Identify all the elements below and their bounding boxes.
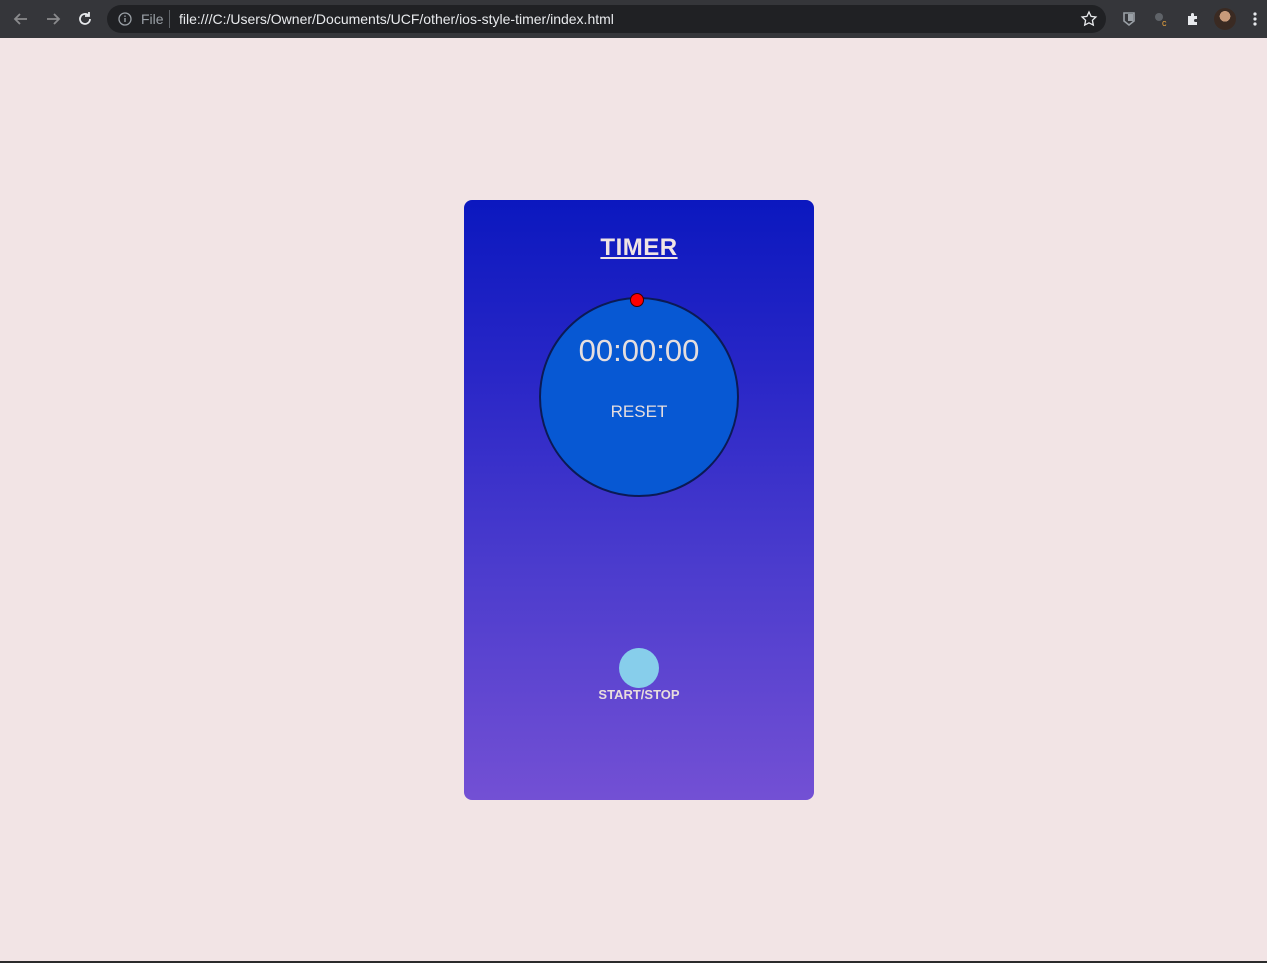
page-content: TIMER 00:00:00 RESET START/STOP	[0, 38, 1267, 961]
menu-icon	[1253, 12, 1257, 26]
browser-toolbar: File file:///C:/Users/Owner/Documents/UC…	[0, 0, 1267, 38]
start-stop-button[interactable]	[619, 648, 659, 688]
extension-icon: c	[1155, 13, 1167, 27]
address-separator	[169, 10, 170, 28]
reload-button[interactable]	[73, 7, 97, 31]
reset-button[interactable]: RESET	[539, 402, 739, 422]
timer-card: TIMER 00:00:00 RESET START/STOP	[464, 200, 814, 800]
forward-arrow-icon	[47, 13, 61, 25]
reload-icon	[79, 12, 91, 25]
shield-extension-icon	[1123, 12, 1135, 27]
browser-menu-button[interactable]	[1247, 9, 1263, 29]
extensions-menu-button[interactable]	[1183, 9, 1203, 29]
puzzle-icon	[1188, 13, 1197, 25]
star-icon[interactable]	[1080, 10, 1098, 28]
start-stop-label: START/STOP	[598, 687, 680, 702]
forward-button[interactable]	[41, 7, 65, 31]
dial-knob[interactable]	[630, 293, 644, 307]
extension-button-2[interactable]: c	[1151, 9, 1171, 29]
svg-text:c: c	[1162, 18, 1167, 27]
profile-avatar[interactable]	[1214, 8, 1236, 30]
back-button[interactable]	[9, 7, 33, 31]
url-text[interactable]: file:///C:/Users/Owner/Documents/UCF/oth…	[179, 11, 614, 27]
timer-title: TIMER	[600, 234, 678, 261]
timer-dial[interactable]	[539, 297, 739, 497]
address-bar[interactable]: File file:///C:/Users/Owner/Documents/UC…	[107, 5, 1106, 33]
extension-button-1[interactable]	[1119, 9, 1139, 29]
time-display: 00:00:00	[578, 333, 700, 368]
info-icon[interactable]	[117, 11, 133, 27]
scheme-label: File	[141, 11, 164, 27]
back-arrow-icon	[13, 13, 27, 25]
